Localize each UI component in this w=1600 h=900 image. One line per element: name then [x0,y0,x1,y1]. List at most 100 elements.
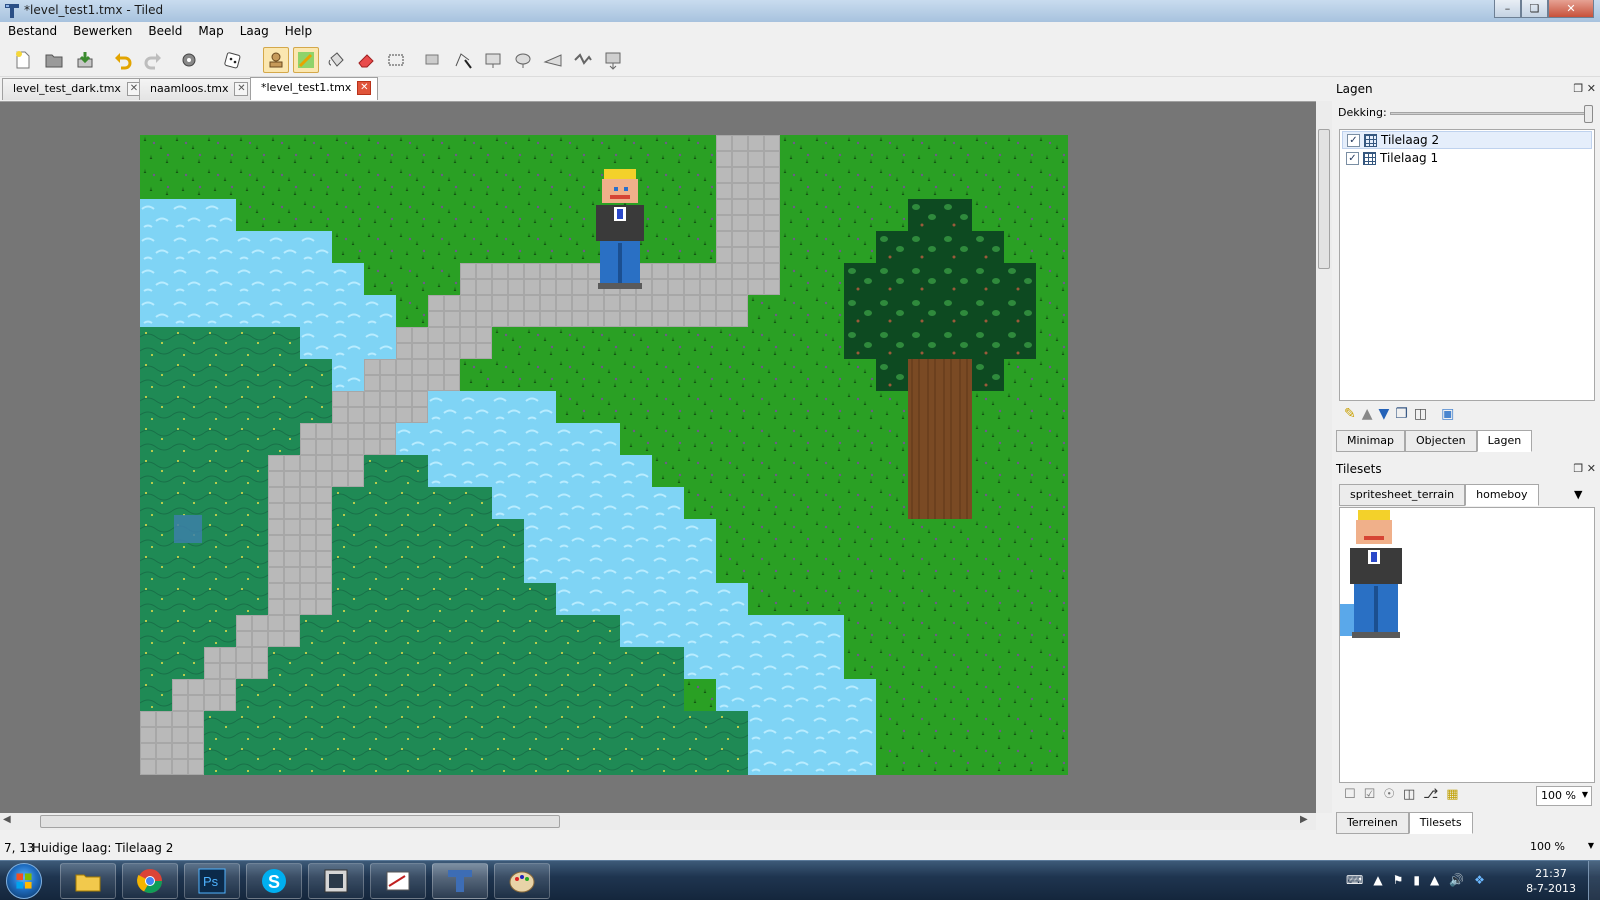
tab-terreinen[interactable]: Terreinen [1336,812,1409,834]
layer-visibility-checkbox[interactable]: ✓ [1347,133,1360,147]
tab-close-icon[interactable]: ✕ [357,81,372,95]
tileset-zoom-select[interactable]: 100 % ▼ [1536,786,1592,806]
action-center-flag-icon[interactable]: ⚑ [1393,873,1404,887]
dropbox-icon[interactable]: ❖ [1474,873,1485,887]
tileset-menu-chevron-icon[interactable]: ▼ [1574,488,1582,501]
taskbar-photoshop-button[interactable]: Ps [184,863,240,899]
vertical-scroll-thumb[interactable] [1318,129,1330,269]
insert-tile-icon[interactable] [600,47,626,73]
tab-naamloos[interactable]: naamloos.tmx ✕ [139,78,256,100]
panel-controls[interactable]: ❐ ✕ [1573,82,1596,95]
new-map-icon[interactable] [10,47,36,73]
terrain-brush-icon[interactable] [293,47,319,73]
menu-bewerken[interactable]: Bewerken [65,22,140,42]
map-zoom-select[interactable]: 100 % ▼ [1526,838,1598,858]
opacity-slider[interactable] [1390,105,1593,123]
maximize-button[interactable]: ❏ [1521,0,1548,18]
eraser-icon[interactable] [353,47,379,73]
stamp-random-icon[interactable] [178,47,204,73]
import-tileset-icon[interactable]: ☑ [1364,787,1376,802]
folder-icon [75,874,101,892]
duplicate-layer-icon[interactable]: ❐ [1395,406,1408,422]
scroll-left-icon[interactable]: ◀ [3,814,11,825]
panel-controls[interactable]: ❐ ✕ [1573,462,1596,475]
open-icon[interactable] [41,47,67,73]
vertical-scrollbar[interactable] [1316,101,1332,813]
select-objects-icon[interactable] [420,47,446,73]
menu-help[interactable]: Help [277,22,320,42]
tileset-view[interactable] [1339,507,1595,783]
homeboy-tileset-sprite[interactable] [1340,508,1410,640]
layer-row[interactable]: ✓ Tilelaag 1 [1342,149,1592,167]
menu-map[interactable]: Map [190,22,231,42]
keyboard-icon[interactable]: ⌨ [1346,873,1363,887]
network-signal-icon[interactable]: ▲ [1430,873,1439,887]
edit-terrain-icon[interactable]: ▦ [1446,787,1458,802]
tab-level-test-dark[interactable]: level_test_dark.tmx ✕ [2,78,148,100]
start-button[interactable] [6,863,42,899]
minimize-button[interactable]: – [1494,0,1521,18]
tile-layer-icon [1364,133,1377,147]
volume-icon[interactable]: 🔊 [1449,873,1464,887]
layer-properties-icon[interactable]: ▣ [1441,406,1454,422]
layer-row[interactable]: ✓ Tilelaag 2 [1342,131,1592,149]
insert-polyline-icon[interactable] [570,47,596,73]
svg-text:S: S [268,872,280,892]
layer-visibility-checkbox[interactable]: ✓ [1346,151,1359,165]
save-icon[interactable] [72,47,98,73]
tilesets-panel-header: Tilesets ❐ ✕ [1334,460,1600,478]
redo-icon[interactable] [140,47,166,73]
edit-polygons-icon[interactable] [450,47,476,73]
tab-minimap[interactable]: Minimap [1336,430,1406,452]
stamp-brush-icon[interactable] [263,47,289,73]
menu-bestand[interactable]: Bestand [0,22,65,42]
menu-beeld[interactable]: Beeld [140,22,190,42]
taskbar-explorer-button[interactable] [60,863,116,899]
insert-ellipse-icon[interactable] [510,47,536,73]
opacity-label: Dekking: [1338,106,1387,119]
map-viewport[interactable] [0,101,1316,813]
insert-rectangle-icon[interactable] [480,47,506,73]
tab-lagen[interactable]: Lagen [1476,430,1533,452]
remove-tileset-icon[interactable]: ◫ [1403,787,1415,802]
raise-layer-icon[interactable]: ▲ [1362,406,1373,422]
tab-spritesheet-terrain[interactable]: spritesheet_terrain [1339,484,1466,506]
rename-tileset-icon[interactable]: ⎇ [1423,787,1438,802]
taskbar-window-app-button[interactable] [308,863,364,899]
rect-select-icon[interactable] [383,47,409,73]
taskbar-editor-app-button[interactable] [370,863,426,899]
tab-level-test1[interactable]: *level_test1.tmx ✕ [250,77,379,100]
show-hidden-icons-icon[interactable]: ▲ [1373,873,1382,887]
tab-objecten[interactable]: Objecten [1405,430,1477,452]
horizontal-scrollbar[interactable]: ◀ ▶ [0,813,1316,830]
tab-label: *level_test1.tmx [261,81,352,94]
tile-map-canvas[interactable] [140,135,1068,775]
taskbar-tiled-button[interactable] [432,863,488,899]
new-tileset-icon[interactable]: ☐ [1344,787,1356,802]
delete-layer-icon[interactable]: ◫ [1414,406,1427,422]
dice-icon[interactable] [220,47,246,73]
lower-layer-icon[interactable]: ▼ [1379,406,1390,422]
scroll-right-icon[interactable]: ▶ [1300,814,1308,825]
close-button[interactable]: ✕ [1548,0,1594,18]
battery-icon[interactable]: ▮ [1413,873,1420,887]
menu-laag[interactable]: Laag [232,22,277,42]
tab-tilesets[interactable]: Tilesets [1408,812,1473,834]
insert-polygon-icon[interactable] [540,47,566,73]
show-desktop-button[interactable] [1588,861,1600,900]
taskbar-paint-app-button[interactable] [494,863,550,899]
taskbar-clock[interactable]: 21:37 8-7-2013 [1526,866,1576,896]
layers-list: ✓ Tilelaag 2 ✓ Tilelaag 1 [1339,129,1595,401]
opacity-slider-handle[interactable] [1584,105,1593,123]
new-layer-icon[interactable]: ✎ [1344,406,1356,422]
tab-close-icon[interactable]: ✕ [234,82,249,96]
undo-icon[interactable] [110,47,136,73]
export-tileset-icon[interactable]: ☉ [1383,787,1395,802]
bucket-fill-icon[interactable] [323,47,349,73]
tab-homeboy[interactable]: homeboy [1465,484,1539,506]
horizontal-scroll-thumb[interactable] [40,815,560,828]
document-tabs: level_test_dark.tmx ✕ naamloos.tmx ✕ *le… [0,77,1332,100]
svg-text:Ps: Ps [203,874,219,889]
taskbar-chrome-button[interactable] [122,863,178,899]
taskbar-skype-button[interactable]: S [246,863,302,899]
